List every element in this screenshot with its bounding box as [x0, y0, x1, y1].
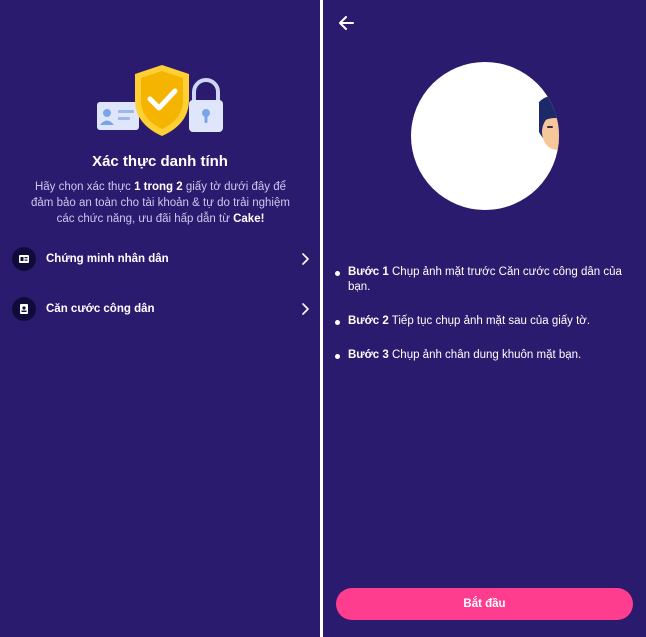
- steps-list: Bước 1 Chụp ảnh mặt trước Căn cước công …: [335, 265, 635, 382]
- option-label: Chứng minh nhân dân: [46, 253, 169, 265]
- option-citizen-id[interactable]: Căn cước công dân: [12, 294, 312, 324]
- arrow-left-icon[interactable]: [337, 13, 357, 33]
- identity-selection-panel: Xác thực danh tính Hãy chọn xác thực 1 t…: [0, 0, 320, 637]
- face-icon: [539, 96, 559, 151]
- list-item: Bước 3 Chụp ảnh chân dung khuôn mặt bạn.: [335, 348, 635, 363]
- portrait-illustration: [411, 62, 559, 210]
- padlock-icon: [189, 78, 223, 132]
- security-illustration: [97, 65, 223, 136]
- start-button[interactable]: Bắt đầu: [336, 588, 633, 620]
- list-item: Bước 2 Tiếp tục chụp ảnh mặt sau của giấ…: [335, 314, 635, 329]
- option-national-id[interactable]: Chứng minh nhân dân: [12, 244, 312, 274]
- chevron-right-icon: [302, 253, 309, 265]
- id-card-icon: [97, 102, 139, 130]
- bullet-icon: [335, 271, 340, 276]
- page-title: Xác thực danh tính: [92, 153, 228, 170]
- bullet-icon: [335, 354, 340, 359]
- shield-check-icon: [135, 65, 189, 136]
- list-item: Bước 1 Chụp ảnh mặt trước Căn cước công …: [335, 265, 635, 295]
- chevron-right-icon: [302, 303, 309, 315]
- citizen-id-icon: [12, 297, 36, 321]
- verification-steps-panel: Bước 1 Chụp ảnh mặt trước Căn cước công …: [323, 0, 646, 637]
- bullet-icon: [335, 320, 340, 325]
- id-card-icon: [12, 247, 36, 271]
- description-text: Hãy chọn xác thực 1 trong 2 giấy tờ dưới…: [31, 181, 290, 225]
- option-label: Căn cước công dân: [46, 303, 155, 315]
